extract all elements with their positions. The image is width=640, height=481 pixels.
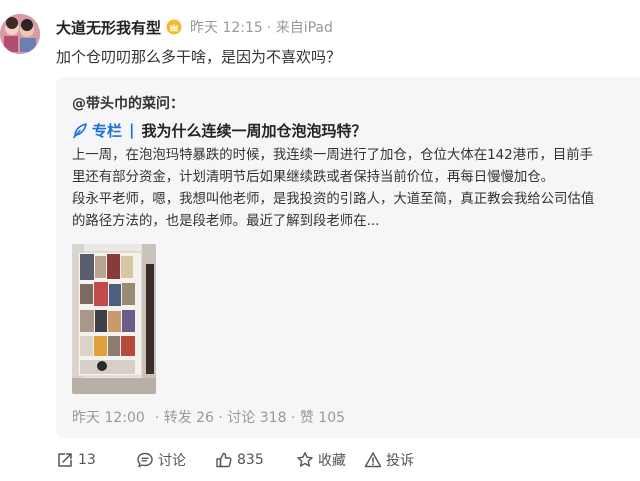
article-title-row[interactable]: 专栏 | 我为什么连续一周加仓泡泡玛特？ xyxy=(72,119,367,141)
quoted-time: 昨天 12:00 xyxy=(72,410,145,426)
quoted-stats: · 转发 26 · 讨论 318 · 赞 105 xyxy=(154,410,346,426)
quoted-meta: 昨天 12:00 · 转发 26 · 讨论 318 · 赞 105 xyxy=(72,407,345,427)
author-name[interactable]: 大道无形我有型 xyxy=(56,17,161,38)
column-quill-icon xyxy=(72,122,89,139)
post-text: 加个仓叨叨那么多干啥，是因为不喜欢吗？ xyxy=(56,48,342,66)
excerpt-line: 的路径方法的，也是段老师。最近了解到段老师在... xyxy=(72,214,380,229)
repost-icon xyxy=(58,453,72,467)
like-button[interactable]: 835 xyxy=(215,449,264,471)
quoted-post[interactable]: @带头巾的菜问： 专栏 | 我为什么连续一周加仓泡泡玛特？ 上一周，在泡泡玛特暴… xyxy=(56,77,640,438)
post-card: 大道无形我有型 昨天 12:15 · 来自iPad 加个仓叨叨那么多干啥，是因为… xyxy=(0,0,640,481)
author-row: 大道无形我有型 昨天 12:15 · 来自iPad xyxy=(56,17,333,37)
quoted-user[interactable]: @带头巾的菜问： xyxy=(72,93,184,113)
gold-crown-badge-icon[interactable] xyxy=(166,19,182,35)
report-label: 投诉 xyxy=(386,453,414,469)
column-separator: | xyxy=(129,121,135,139)
report-button[interactable]: 投诉 xyxy=(364,449,414,471)
column-label: 专栏 xyxy=(92,121,123,140)
avatar[interactable] xyxy=(0,14,40,54)
excerpt-line: 上一周，在泡泡玛特暴跌的时候，我连续一周进行了加仓，仓位大体在142港币，目前手 xyxy=(72,148,594,163)
favorite-button[interactable]: 收藏 xyxy=(296,449,346,471)
like-count: 835 xyxy=(237,452,264,468)
repost-button[interactable]: 13 xyxy=(56,449,96,471)
post-time: 昨天 12:15 xyxy=(190,20,263,36)
article-excerpt: 上一周，在泡泡玛特暴跌的时候，我连续一周进行了加仓，仓位大体在142港币，目前手… xyxy=(72,145,627,233)
comment-button[interactable]: 讨论 xyxy=(136,449,186,471)
repost-count: 13 xyxy=(78,452,96,468)
article-image[interactable] xyxy=(72,244,156,394)
favorite-label: 收藏 xyxy=(318,453,346,469)
thumbs-up-icon xyxy=(216,452,232,468)
comment-icon xyxy=(137,452,153,468)
warning-icon xyxy=(364,452,382,468)
comment-label: 讨论 xyxy=(158,453,186,469)
article-title[interactable]: 我为什么连续一周加仓泡泡玛特？ xyxy=(142,120,367,141)
action-bar: 13 讨论 835 收藏 投诉 xyxy=(56,449,640,471)
excerpt-line: 段永平老师，嗯，我想叫他老师，是我投资的引路人，大道至简，真正教会我给公司估值 xyxy=(72,192,595,207)
excerpt-line: 里还有部分资金，计划清明节后如果继续跌或者保持当前价位，再每日慢慢加仓。 xyxy=(72,170,555,185)
post-source: · 来自iPad xyxy=(266,20,333,36)
star-icon xyxy=(297,452,313,467)
